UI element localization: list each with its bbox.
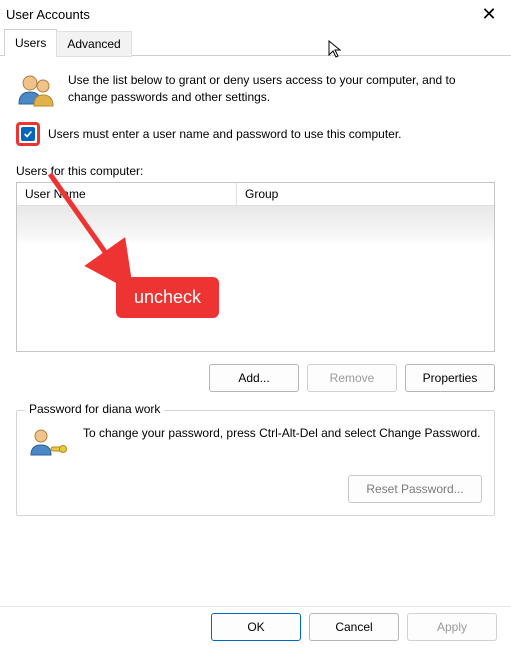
key-icon	[29, 425, 69, 461]
users-icon	[16, 70, 56, 110]
ok-button[interactable]: OK	[211, 613, 301, 641]
password-group-title: Password for diana work	[25, 402, 164, 416]
user-list-label: Users for this computer:	[16, 164, 495, 178]
apply-button[interactable]: Apply	[407, 613, 497, 641]
cancel-button[interactable]: Cancel	[309, 613, 399, 641]
password-text: To change your password, press Ctrl-Alt-…	[83, 425, 481, 461]
window-title: User Accounts	[6, 7, 90, 22]
user-list[interactable]: User Name Group	[16, 182, 495, 352]
close-icon[interactable]: ✕	[475, 6, 503, 22]
tab-users[interactable]: Users	[4, 29, 57, 56]
column-username[interactable]: User Name	[17, 183, 237, 205]
intro-text: Use the list below to grant or deny user…	[68, 70, 495, 110]
column-group[interactable]: Group	[237, 183, 494, 205]
tab-strip: Users Advanced	[0, 28, 511, 56]
checkbox-highlight	[16, 122, 40, 146]
password-groupbox: Password for diana work To change your p…	[16, 410, 495, 516]
require-login-checkbox[interactable]	[21, 127, 35, 141]
tab-advanced[interactable]: Advanced	[56, 31, 131, 57]
require-login-label: Users must enter a user name and passwor…	[48, 127, 402, 141]
properties-button[interactable]: Properties	[405, 364, 495, 392]
remove-button[interactable]: Remove	[307, 364, 397, 392]
reset-password-button[interactable]: Reset Password...	[348, 475, 482, 503]
list-item[interactable]	[17, 206, 494, 244]
list-header: User Name Group	[17, 183, 494, 206]
add-button[interactable]: Add...	[209, 364, 299, 392]
separator	[0, 606, 511, 607]
